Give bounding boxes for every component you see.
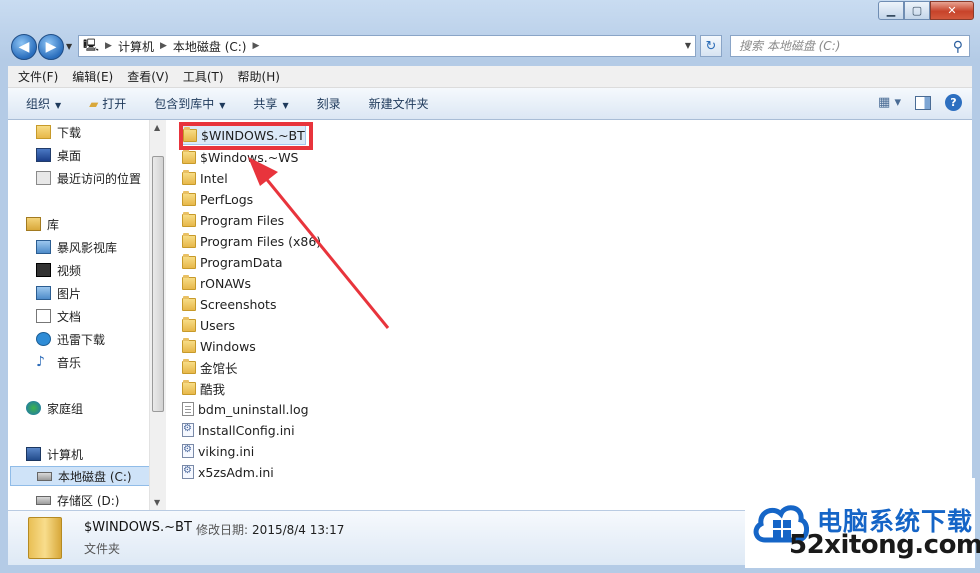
- address-bar[interactable]: 🖳 ▶ 计算机 ▶ 本地磁盘 (C:) ▶ ▼: [78, 35, 696, 57]
- title-bar: ▁ ▢ ✕: [0, 0, 980, 28]
- toolbar-right: ▦ ▾ ?: [878, 94, 962, 111]
- chevron-right-icon[interactable]: ▶: [160, 41, 167, 51]
- menu-view[interactable]: 查看(V): [127, 68, 169, 85]
- computer-location-icon: 🖳: [83, 37, 100, 52]
- close-button[interactable]: ✕: [930, 1, 974, 20]
- menu-edit[interactable]: 编辑(E): [72, 68, 113, 85]
- details-modified: 修改日期: 2015/8/4 13:17: [196, 521, 344, 538]
- help-icon[interactable]: ?: [945, 94, 962, 111]
- details-type: 文件夹: [84, 542, 121, 556]
- organize-button[interactable]: 组织 ▼: [26, 95, 61, 112]
- modified-label: 修改日期:: [196, 523, 249, 537]
- details-name: $WINDOWS.~BT: [84, 520, 192, 535]
- open-folder-icon: ▰: [89, 97, 99, 111]
- back-button[interactable]: ◀: [11, 34, 37, 60]
- preview-pane-icon[interactable]: [915, 95, 931, 110]
- arrow-head: [248, 157, 278, 186]
- include-library-button[interactable]: 包含到库中 ▼: [154, 95, 225, 112]
- chevron-down-icon: ▼: [282, 101, 289, 110]
- chevron-right-icon[interactable]: ▶: [252, 41, 259, 51]
- modified-value: 2015/8/4 13:17: [252, 523, 345, 537]
- watermark-en: 52xitong.com: [789, 530, 980, 560]
- forward-button[interactable]: ▶: [38, 34, 64, 60]
- breadcrumb-drive-c[interactable]: 本地磁盘 (C:): [173, 38, 247, 55]
- chevron-down-icon: ▼: [55, 101, 62, 110]
- view-options-icon[interactable]: ▦ ▾: [878, 95, 901, 110]
- search-icon[interactable]: ⚲: [953, 37, 963, 57]
- chevron-down-icon: ▼: [219, 101, 226, 110]
- breadcrumb-computer[interactable]: 计算机: [118, 38, 154, 55]
- address-dropdown-icon[interactable]: ▼: [685, 41, 691, 50]
- share-button[interactable]: 共享 ▼: [253, 95, 288, 112]
- arrow-shaft: [262, 175, 390, 329]
- explorer-window: ▁ ▢ ✕ ◀ ▶ ▼ 🖳 ▶ 计算机 ▶ 本地磁盘 (C:) ▶ ▼ ↻ 搜索…: [0, 0, 980, 573]
- menu-bar: 文件(F) 编辑(E) 查看(V) 工具(T) 帮助(H): [8, 66, 972, 88]
- open-button[interactable]: ▰ 打开: [89, 95, 126, 112]
- content-area: 下载 桌面 最近访问的位置 库 暴风影视库 视频 图片 文档 迅雷下载 ♪ 音乐 …: [8, 120, 972, 510]
- new-folder-button[interactable]: 新建文件夹: [369, 95, 429, 112]
- address-row: ◀ ▶ ▼ 🖳 ▶ 计算机 ▶ 本地磁盘 (C:) ▶ ▼ ↻ 搜索 本地磁盘 …: [0, 30, 980, 62]
- search-placeholder: 搜索 本地磁盘 (C:): [739, 39, 841, 53]
- watermark: 电脑系统下载 52xitong.com: [745, 478, 980, 568]
- chevron-right-icon[interactable]: ▶: [105, 41, 112, 51]
- burn-button[interactable]: 刻录: [317, 95, 341, 112]
- menu-tools[interactable]: 工具(T): [183, 68, 224, 85]
- refresh-button[interactable]: ↻: [700, 35, 722, 57]
- menu-file[interactable]: 文件(F): [18, 68, 58, 85]
- window-controls: ▁ ▢ ✕: [878, 1, 974, 20]
- open-label: 打开: [102, 97, 127, 111]
- share-label: 共享: [253, 97, 278, 111]
- folder-icon: [28, 517, 62, 559]
- search-input[interactable]: 搜索 本地磁盘 (C:) ⚲: [730, 35, 970, 57]
- red-arrow-annotation: [248, 157, 390, 329]
- organize-label: 组织: [26, 97, 51, 111]
- command-bar: 组织 ▼ ▰ 打开 包含到库中 ▼ 共享 ▼ 刻录 新建文件夹 ▦ ▾ ?: [8, 88, 972, 120]
- maximize-button[interactable]: ▢: [904, 1, 930, 20]
- include-library-label: 包含到库中: [154, 97, 215, 111]
- minimize-button[interactable]: ▁: [878, 1, 904, 20]
- recent-pages-dropdown[interactable]: ▼: [66, 42, 72, 51]
- menu-help[interactable]: 帮助(H): [238, 68, 280, 85]
